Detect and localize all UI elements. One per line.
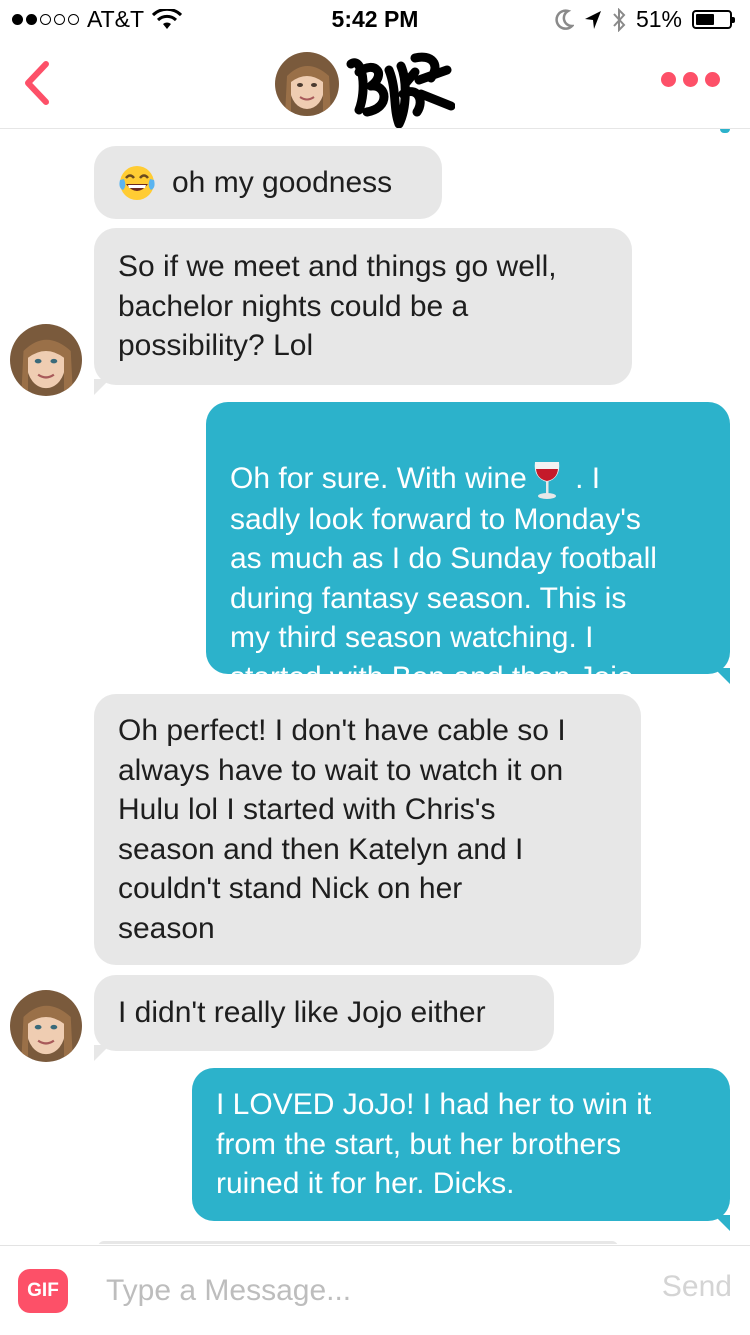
incoming-message: oh my goodness [94, 146, 442, 219]
message-list[interactable]: oh my goodness So if we meet and things … [0, 129, 750, 1244]
outgoing-message: I LOVED JoJo! I had her to win it from t… [192, 1068, 730, 1231]
wine-glass-emoji-icon [534, 461, 560, 499]
match-avatar[interactable] [275, 52, 339, 116]
chevron-left-icon[interactable] [16, 58, 66, 108]
message-text: Oh for sure. With wine [230, 461, 527, 495]
previous-message-edge [720, 129, 730, 133]
name-redaction-scribble [346, 52, 455, 128]
battery-icon [692, 10, 735, 29]
match-avatar-small[interactable] [10, 324, 82, 396]
moon-icon [555, 8, 574, 30]
chat-header [0, 40, 750, 129]
incoming-message: So if we meet and things go well, bachel… [94, 228, 632, 395]
send-button[interactable]: Send [662, 1270, 732, 1304]
message-input[interactable] [106, 1268, 626, 1314]
gif-button[interactable]: GIF [18, 1269, 68, 1313]
incoming-message: I didn't really like Jojo either [94, 975, 554, 1061]
message-composer: GIF Send [0, 1245, 750, 1335]
message-text: oh my goodness [172, 165, 393, 199]
match-avatar-small[interactable] [10, 990, 82, 1062]
incoming-message: Oh perfect! I don't have cable so I alwa… [94, 694, 641, 965]
next-message-edge [98, 1241, 618, 1244]
outgoing-message: Oh for sure. With wine . I sadly look fo… [206, 402, 730, 694]
status-right: 51% [554, 6, 735, 33]
location-arrow-icon [584, 10, 601, 29]
tears-of-joy-emoji-icon [119, 165, 155, 200]
battery-percent: 51% [635, 6, 682, 32]
status-bar: AT&T 5:42 PM 51% [0, 0, 750, 40]
message-text-continued: . I sadly look forward to Monday's as mu… [230, 461, 657, 694]
bluetooth-icon [613, 7, 626, 32]
more-dots-icon[interactable] [661, 72, 720, 87]
